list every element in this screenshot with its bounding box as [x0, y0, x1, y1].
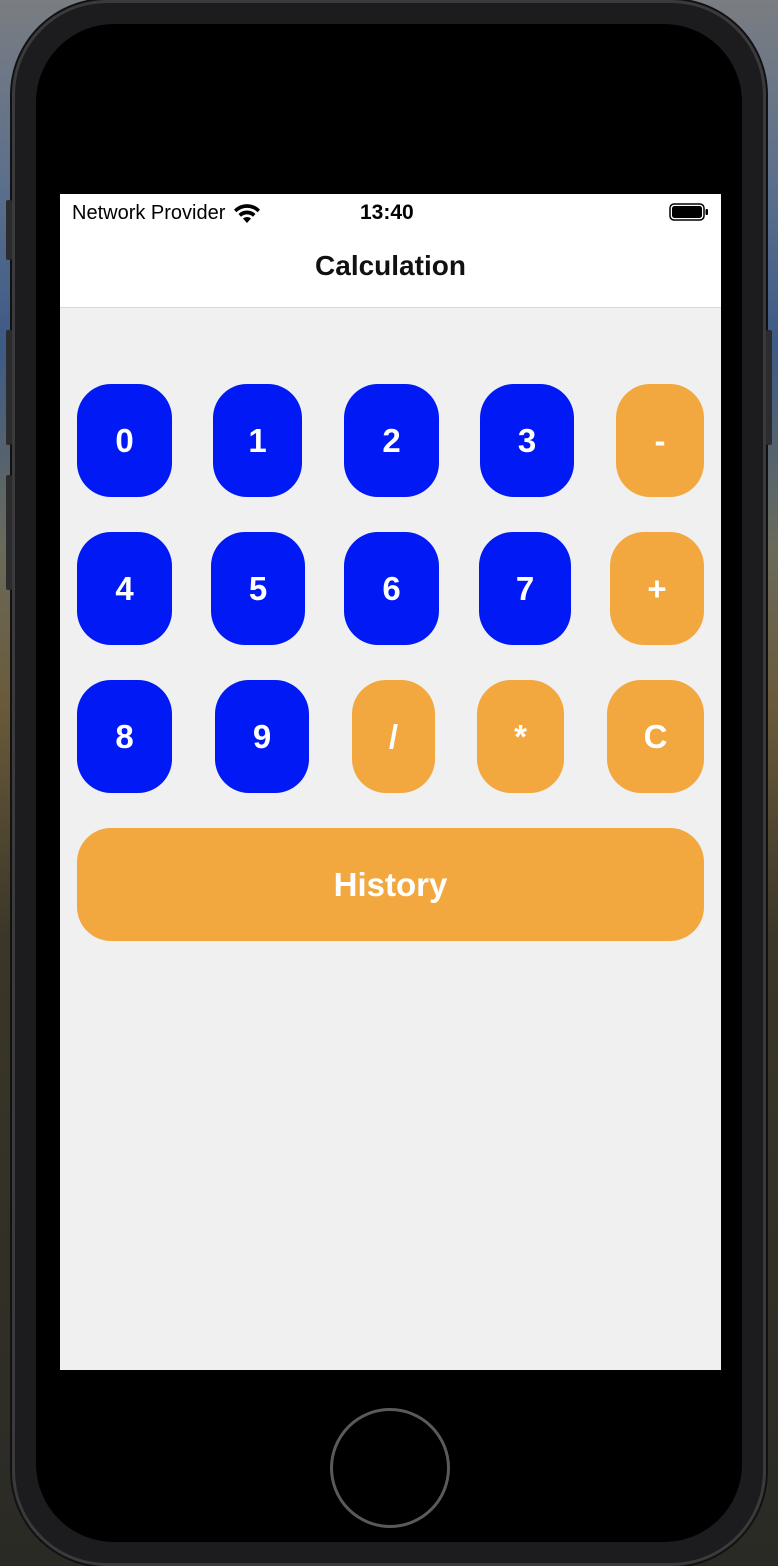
volume-down-button [6, 475, 12, 590]
key-6[interactable]: 6 [344, 532, 439, 645]
key-4[interactable]: 4 [77, 532, 172, 645]
key-7[interactable]: 7 [479, 532, 571, 645]
key-9[interactable]: 9 [215, 680, 309, 793]
key-clear[interactable]: C [607, 680, 704, 793]
page-title: Calculation [315, 250, 466, 281]
history-button[interactable]: History [77, 828, 704, 941]
key-3[interactable]: 3 [480, 384, 574, 497]
volume-up-button [6, 330, 12, 445]
carrier-label: Network Provider [72, 202, 226, 224]
home-button[interactable] [330, 1408, 450, 1528]
app-screen: Network Provider 13:40 Calculation 0 1 2… [60, 194, 721, 1370]
key-5[interactable]: 5 [211, 532, 305, 645]
key-divide[interactable]: / [352, 680, 435, 793]
key-minus[interactable]: - [616, 384, 704, 497]
status-time: 13:40 [360, 201, 414, 224]
key-multiply[interactable]: * [477, 680, 564, 793]
carrier-indicator: Network Provider [72, 202, 261, 225]
key-plus[interactable]: + [610, 532, 704, 645]
navigation-bar: Calculation [60, 230, 721, 308]
battery-icon [669, 203, 708, 221]
wifi-icon [234, 203, 261, 223]
key-2[interactable]: 2 [344, 384, 439, 497]
mute-switch [6, 200, 12, 260]
key-0[interactable]: 0 [77, 384, 172, 497]
status-bar: Network Provider 13:40 [60, 194, 721, 230]
power-button [766, 330, 772, 445]
key-1[interactable]: 1 [213, 384, 302, 497]
key-8[interactable]: 8 [77, 680, 172, 793]
